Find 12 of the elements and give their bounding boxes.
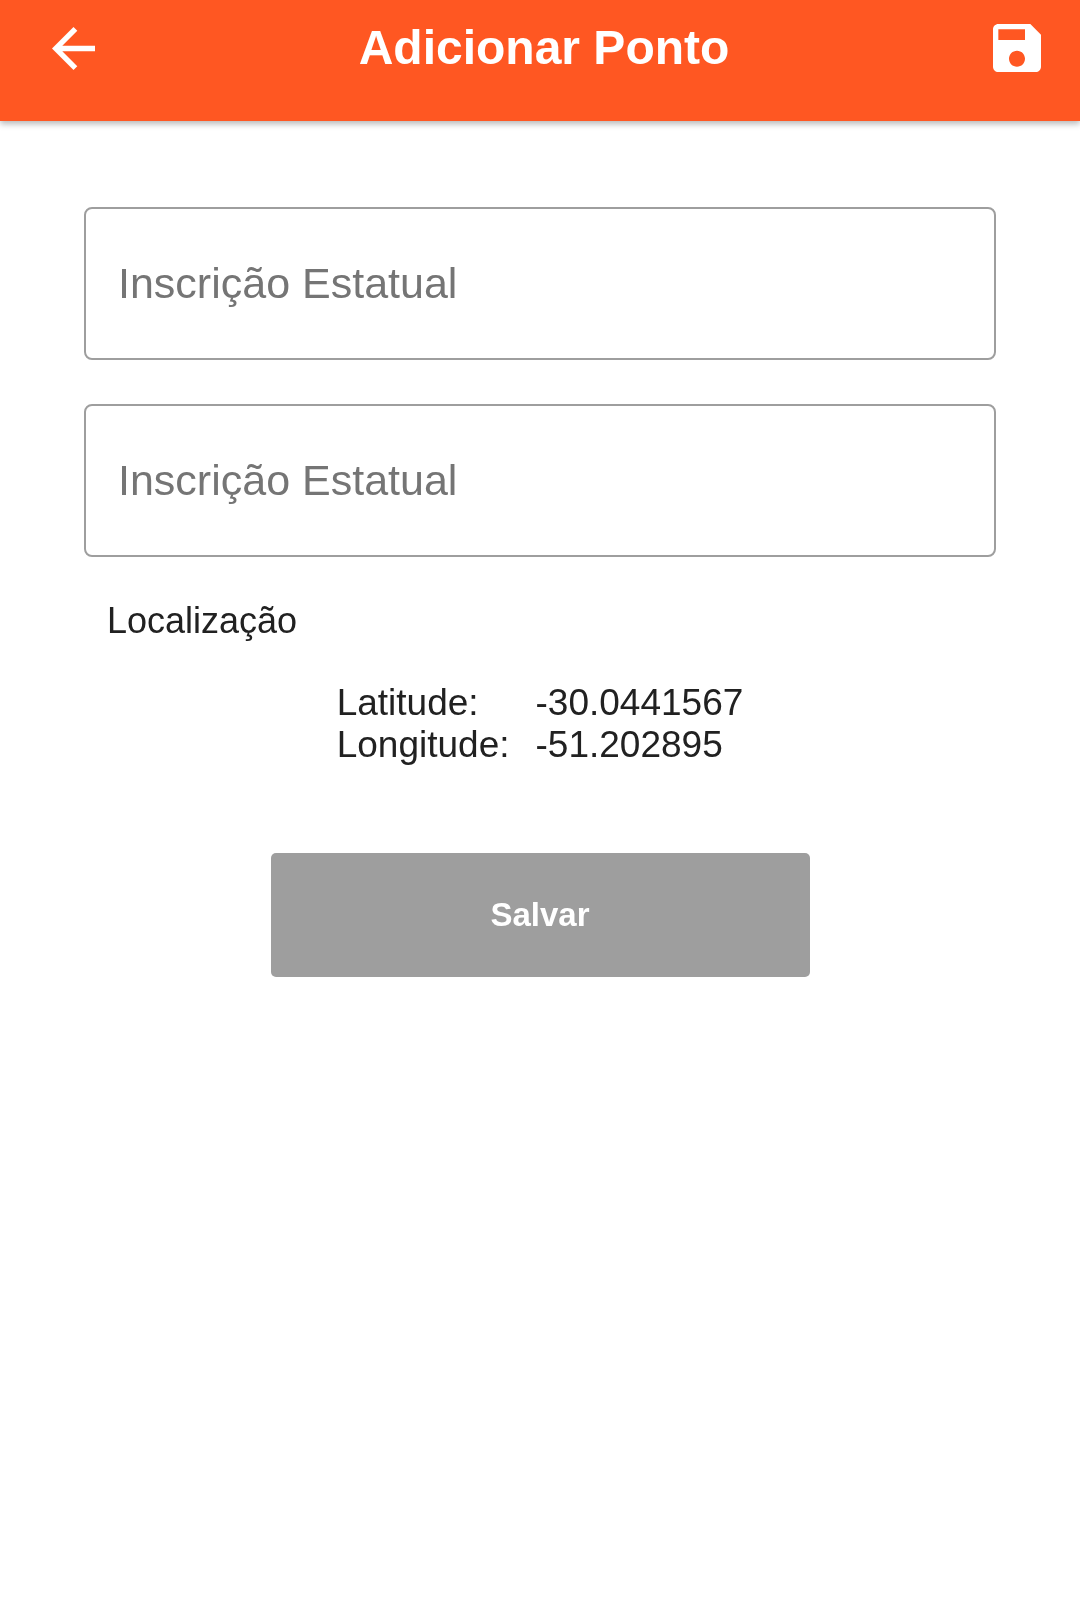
coordinate-label: Longitude: bbox=[336, 724, 510, 766]
screen-title: Adicionar Ponto bbox=[358, 20, 730, 76]
save-icon bbox=[993, 24, 1041, 72]
coordinate-value: -30.0441567 bbox=[535, 682, 744, 724]
save-toolbar-button[interactable] bbox=[993, 24, 1041, 72]
coordinate-value: -51.202895 bbox=[535, 724, 724, 766]
input-field[interactable]: Inscrição Estatual bbox=[84, 207, 996, 360]
input-field[interactable]: Inscrição Estatual bbox=[84, 404, 996, 557]
back-button[interactable] bbox=[52, 26, 95, 70]
coordinate-label: Latitude: bbox=[336, 682, 480, 724]
back-arrow-icon bbox=[52, 26, 95, 70]
section-label: Localização bbox=[107, 599, 299, 642]
